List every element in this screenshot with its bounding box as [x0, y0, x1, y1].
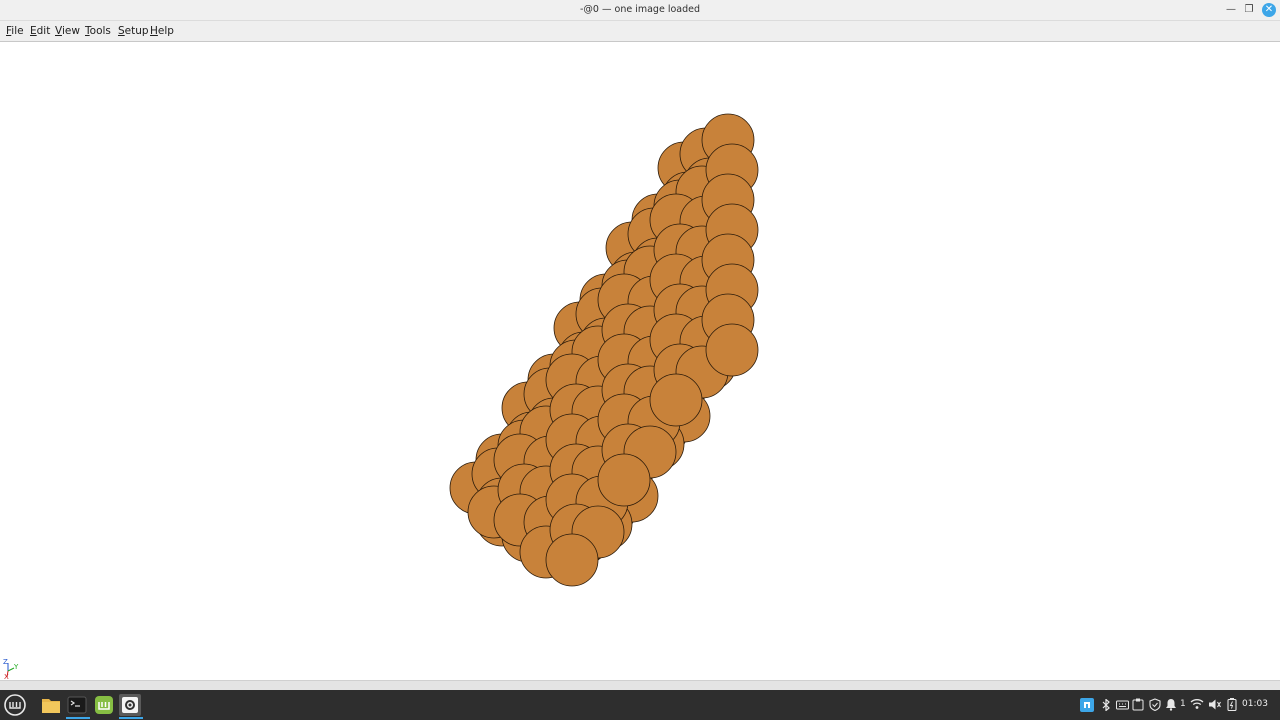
maximize-button[interactable]: ❐: [1242, 3, 1256, 17]
taskbar: 1 01:03: [0, 690, 1280, 720]
updates-icon[interactable]: [1080, 698, 1094, 712]
file-manager-icon[interactable]: [40, 694, 62, 716]
atom-sphere[interactable]: [597, 453, 651, 507]
notification-count: 1: [1180, 699, 1186, 709]
atom-sphere[interactable]: [649, 373, 703, 427]
app-active-indicator: [119, 717, 143, 719]
menu-bar: File Edit View Tools Setup Help: [0, 21, 1280, 42]
axis-x-label: X: [4, 673, 9, 679]
menu-help[interactable]: Help: [150, 25, 174, 37]
mint-menu-icon[interactable]: [3, 693, 27, 717]
menu-tools[interactable]: Tools: [85, 25, 111, 37]
status-bar: [0, 680, 1280, 690]
application-window: -@0 — one image loaded — ❐ ✕ File Edit V…: [0, 0, 1280, 690]
atom-cluster[interactable]: [0, 43, 1280, 680]
menu-view[interactable]: View: [55, 25, 80, 37]
atom-sphere[interactable]: [705, 323, 759, 377]
menu-edit[interactable]: Edit: [30, 25, 50, 37]
atom-sphere[interactable]: [545, 533, 599, 587]
axis-z-label: Z: [3, 658, 8, 666]
keyboard-icon[interactable]: [1116, 699, 1129, 711]
battery-icon[interactable]: [1226, 698, 1238, 711]
wifi-icon[interactable]: [1190, 698, 1204, 710]
minimize-button[interactable]: —: [1224, 3, 1238, 17]
volume-icon[interactable]: [1208, 698, 1222, 711]
axis-indicator: Z Y X: [3, 658, 19, 679]
axis-y-label: Y: [13, 663, 19, 671]
terminal-icon[interactable]: [66, 694, 88, 716]
window-title: -@0 — one image loaded: [580, 4, 700, 15]
bluetooth-icon[interactable]: [1101, 699, 1111, 711]
menu-setup[interactable]: Setup: [118, 25, 149, 37]
molecule-viewport[interactable]: Z Y X: [0, 43, 1280, 680]
mintinstall-icon[interactable]: [93, 694, 115, 716]
terminal-active-indicator: [66, 717, 90, 719]
app-settings-icon[interactable]: [119, 694, 141, 716]
title-bar[interactable]: -@0 — one image loaded — ❐ ✕: [0, 0, 1280, 21]
menu-file[interactable]: File: [6, 25, 24, 37]
clipboard-icon[interactable]: [1132, 698, 1144, 711]
close-button[interactable]: ✕: [1262, 3, 1276, 17]
clock[interactable]: 01:03: [1242, 699, 1268, 709]
notifications-icon[interactable]: [1165, 698, 1177, 711]
shield-icon[interactable]: [1149, 698, 1161, 711]
